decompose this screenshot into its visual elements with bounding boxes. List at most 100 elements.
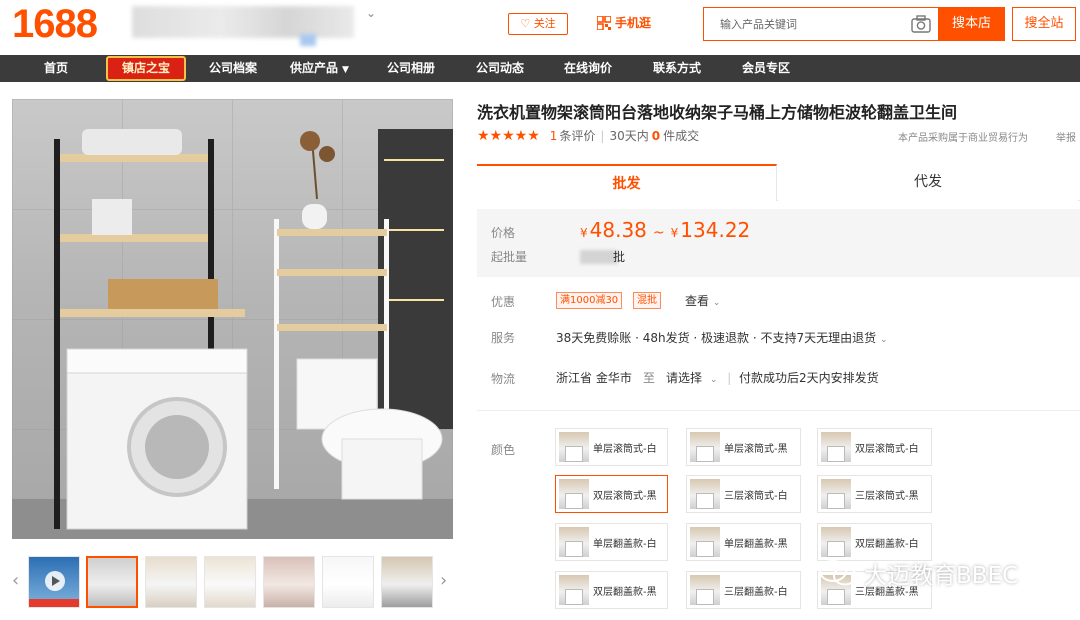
sku-label: 双层滚筒式-黑: [593, 490, 657, 502]
price-min: 48.38: [589, 218, 647, 242]
mobile-shop-link[interactable]: 手机逛: [597, 14, 651, 31]
thumbnail-image[interactable]: [381, 556, 433, 608]
shipping-note: 付款成功后2天内安排发货: [739, 371, 879, 385]
tab-dropship[interactable]: 代发: [778, 164, 1078, 201]
price-label: 价格: [491, 226, 516, 240]
tab-wholesale[interactable]: 批发: [477, 164, 777, 201]
divider: [477, 410, 1080, 411]
search-all-button[interactable]: 搜全站: [1012, 7, 1076, 41]
sku-label: 三层滚筒式-黑: [855, 490, 919, 502]
destination-value: 请选择: [666, 371, 703, 385]
chevron-left-icon[interactable]: ‹: [12, 570, 19, 591]
color-option[interactable]: 三层滚筒式-白: [686, 475, 801, 513]
color-option[interactable]: 三层滚筒式-黑: [817, 475, 932, 513]
nav-item-contact[interactable]: 联系方式: [653, 55, 701, 82]
color-option-selected[interactable]: 双层滚筒式-黑: [555, 475, 668, 513]
sku-label: 双层滚筒式-白: [855, 443, 919, 455]
color-option[interactable]: 单层翻盖款-白: [555, 523, 668, 561]
view-promotions-link[interactable]: 查看 ⌄: [685, 292, 720, 309]
thumbnail-video[interactable]: [28, 556, 80, 608]
price-dash: ~: [652, 225, 665, 241]
play-icon: [29, 571, 79, 607]
nav-item-company-profile[interactable]: 公司档案: [209, 55, 257, 82]
promo-tag-discount[interactable]: 满1000减30: [556, 292, 623, 309]
sku-label: 三层滚筒式-白: [724, 490, 788, 502]
promo-tag-mixed[interactable]: 混批: [633, 292, 661, 309]
moq-unit: 批: [613, 250, 626, 264]
nav-item-featured[interactable]: 镇店之宝: [106, 56, 186, 81]
promotion-label: 优惠: [491, 295, 516, 309]
follow-label: 关注: [533, 17, 556, 30]
service-text[interactable]: 38天免费赊账 · 48h发货 · 极速退款 · 不支持7天无理由退货 ⌄: [556, 329, 888, 346]
search-box: [703, 7, 939, 41]
review-count[interactable]: 1: [550, 129, 558, 143]
shop-name-redacted: [132, 6, 354, 38]
chevron-down-icon: ⌄: [709, 375, 718, 385]
qr-code-icon: [597, 15, 611, 30]
purchase-tabs: 批发 代发: [477, 164, 1080, 201]
sku-label: 单层翻盖款-白: [593, 538, 657, 550]
sku-thumbnail: [821, 527, 851, 557]
sku-thumbnail: [559, 479, 589, 509]
nav-item-home[interactable]: 首页: [44, 55, 68, 82]
divider: |: [727, 371, 732, 385]
nav-item-album[interactable]: 公司相册: [387, 55, 435, 82]
view-label: 查看: [685, 294, 710, 308]
product-main-image[interactable]: [12, 99, 453, 539]
thumbnail-image[interactable]: [322, 556, 374, 608]
search-input[interactable]: [704, 8, 904, 40]
shop-nav-bar: 首页 镇店之宝 公司档案 供应产品 ▼ 公司相册 公司动态 在线询价 联系方式 会…: [0, 55, 1080, 82]
sku-label: 双层翻盖款-黑: [593, 586, 657, 598]
sku-thumbnail: [559, 527, 589, 557]
sku-thumbnail: [821, 479, 851, 509]
nav-item-news[interactable]: 公司动态: [476, 55, 524, 82]
sales-suffix: 件成交: [663, 129, 700, 143]
sku-thumbnail: [559, 575, 589, 605]
thumbnail-image[interactable]: [86, 556, 138, 608]
color-option[interactable]: 单层滚筒式-黑: [686, 428, 801, 466]
color-label: 颜色: [491, 443, 516, 457]
redaction-mark: [300, 34, 316, 46]
business-note: 本产品采购属于商业贸易行为: [898, 133, 1028, 144]
destination-select[interactable]: 请选择 ⌄ |: [666, 369, 737, 386]
color-option[interactable]: 双层翻盖款-黑: [555, 571, 668, 609]
product-illustration: [54, 129, 453, 530]
caret-down-icon: ▼: [342, 65, 349, 75]
mobile-label: 手机逛: [615, 16, 652, 30]
sku-thumbnail: [690, 479, 720, 509]
color-option[interactable]: 双层滚筒式-白: [817, 428, 932, 466]
header: 1688 ⌄ ♡ 关注 手机逛 搜本店 搜全站: [0, 0, 1080, 54]
to-label: 至: [643, 371, 656, 385]
color-option[interactable]: 三层翻盖款-白: [686, 571, 801, 609]
heart-plus-icon: ♡: [520, 17, 531, 30]
thumbnail-strip: ‹ ›: [12, 556, 453, 608]
nav-item-members[interactable]: 会员专区: [742, 55, 790, 82]
thumbnail-image[interactable]: [263, 556, 315, 608]
follow-button[interactable]: ♡ 关注: [508, 13, 568, 35]
camera-icon[interactable]: [911, 15, 931, 33]
color-option[interactable]: 单层翻盖款-黑: [686, 523, 801, 561]
chevron-down-icon[interactable]: ⌄: [366, 6, 376, 20]
chevron-down-icon: ⌄: [879, 335, 888, 345]
nav-item-products[interactable]: 供应产品 ▼: [290, 55, 349, 82]
rating-stars: ★★★★★: [477, 127, 540, 144]
color-option[interactable]: 单层滚筒式-白: [555, 428, 668, 466]
product-title: 洗衣机置物架滚筒阳台落地收纳架子马桶上方储物柜波轮翻盖卫生间: [477, 103, 958, 122]
thumbnail-image[interactable]: [204, 556, 256, 608]
watermark: 大迈教育BBEC: [818, 556, 1018, 590]
sales-count: 0: [651, 128, 661, 143]
sku-thumbnail: [690, 575, 720, 605]
sku-label: 三层翻盖款-白: [724, 586, 788, 598]
sales-prefix: 30天内: [609, 129, 649, 143]
report-link[interactable]: 举报: [1056, 129, 1076, 144]
sku-label: 单层滚筒式-黑: [724, 443, 788, 455]
chevron-right-icon[interactable]: ›: [440, 570, 447, 591]
review-label[interactable]: 条评价: [559, 127, 595, 144]
nav-products-label: 供应产品: [290, 61, 339, 75]
site-logo[interactable]: 1688: [12, 2, 98, 47]
nav-item-inquiry[interactable]: 在线询价: [564, 55, 612, 82]
search-shop-button[interactable]: 搜本店: [938, 7, 1005, 41]
thumbnail-image[interactable]: [145, 556, 197, 608]
chevron-down-icon: ⌄: [712, 298, 721, 308]
service-label: 服务: [491, 331, 516, 345]
